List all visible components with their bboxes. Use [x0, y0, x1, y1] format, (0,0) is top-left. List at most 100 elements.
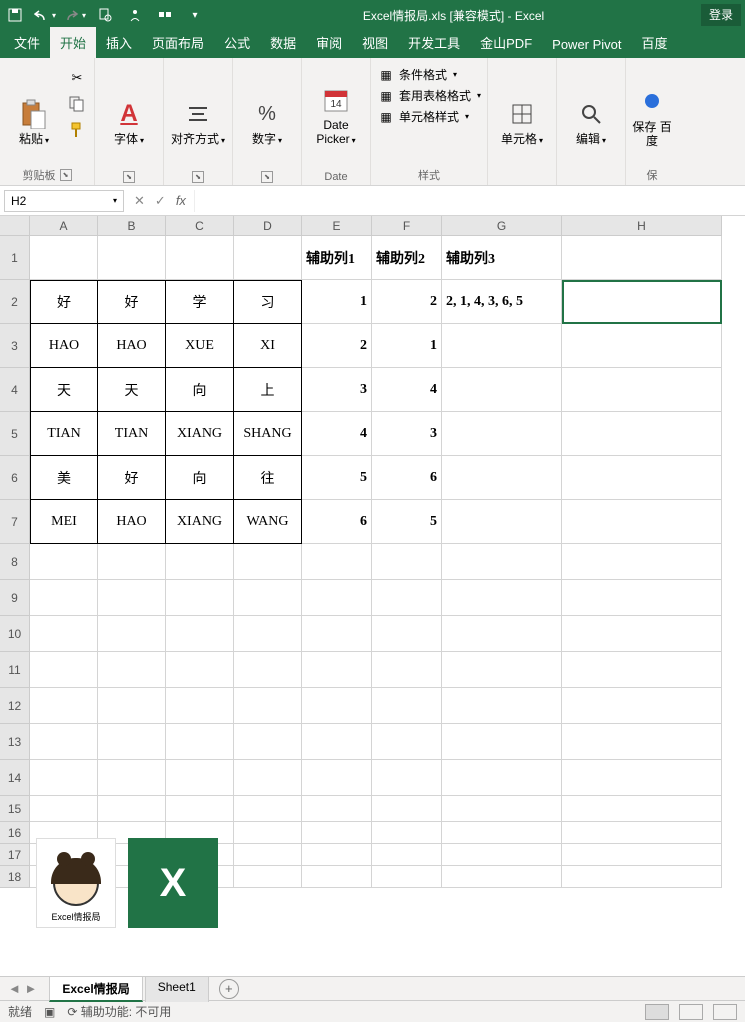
cell-E12[interactable]	[302, 688, 372, 724]
cell-styles-button[interactable]: ▦单元格样式▾	[377, 108, 481, 125]
col-head-F[interactable]: F	[372, 216, 442, 236]
cell-F18[interactable]	[372, 866, 442, 888]
tab-金山PDF[interactable]: 金山PDF	[470, 27, 542, 58]
fx-icon[interactable]: fx	[176, 193, 194, 208]
cell-H8[interactable]	[562, 544, 722, 580]
cell-D15[interactable]	[234, 796, 302, 822]
row-head-10[interactable]: 10	[0, 616, 30, 652]
excel-logo-icon[interactable]: X	[128, 838, 218, 928]
cell-C13[interactable]	[166, 724, 234, 760]
cell-E13[interactable]	[302, 724, 372, 760]
redo-icon[interactable]: ▾	[64, 4, 86, 26]
cell-C5[interactable]: XIANG	[166, 412, 234, 456]
cell-H3[interactable]	[562, 324, 722, 368]
customize-qat-icon[interactable]: ▾	[184, 4, 206, 26]
cell-D2[interactable]: 习	[234, 280, 302, 324]
cell-F2[interactable]: 2	[372, 280, 442, 324]
cell-G18[interactable]	[442, 866, 562, 888]
sheet-nav-arrows[interactable]: ◄ ►	[8, 981, 47, 996]
row-head-15[interactable]: 15	[0, 796, 30, 822]
cell-A3[interactable]: HAO	[30, 324, 98, 368]
cell-G12[interactable]	[442, 688, 562, 724]
cell-F14[interactable]	[372, 760, 442, 796]
cell-F1[interactable]: 辅助列2	[372, 236, 442, 280]
save-icon[interactable]	[4, 4, 26, 26]
col-head-D[interactable]: D	[234, 216, 302, 236]
col-head-H[interactable]: H	[562, 216, 722, 236]
cell-H1[interactable]	[562, 236, 722, 280]
cell-F16[interactable]	[372, 822, 442, 844]
cell-A11[interactable]	[30, 652, 98, 688]
cell-H6[interactable]	[562, 456, 722, 500]
cell-H5[interactable]	[562, 412, 722, 456]
cell-G3[interactable]	[442, 324, 562, 368]
row-head-4[interactable]: 4	[0, 368, 30, 412]
cell-E8[interactable]	[302, 544, 372, 580]
cell-E15[interactable]	[302, 796, 372, 822]
cell-H7[interactable]	[562, 500, 722, 544]
baidu-save-button[interactable]: 保存 百度	[632, 62, 672, 150]
tab-文件[interactable]: 文件	[4, 27, 50, 58]
font-button[interactable]: A字体▾	[101, 62, 157, 150]
cell-A6[interactable]: 美	[30, 456, 98, 500]
cell-H10[interactable]	[562, 616, 722, 652]
cell-D9[interactable]	[234, 580, 302, 616]
cell-C1[interactable]	[166, 236, 234, 280]
cell-F11[interactable]	[372, 652, 442, 688]
cell-D3[interactable]: XI	[234, 324, 302, 368]
cut-icon[interactable]: ✂	[66, 68, 88, 88]
cell-B1[interactable]	[98, 236, 166, 280]
cell-B6[interactable]: 好	[98, 456, 166, 500]
edit-button[interactable]: 编辑▾	[563, 62, 619, 150]
name-box-dropdown-icon[interactable]: ▾	[113, 196, 117, 205]
cell-H11[interactable]	[562, 652, 722, 688]
cell-G14[interactable]	[442, 760, 562, 796]
row-head-3[interactable]: 3	[0, 324, 30, 368]
cell-F13[interactable]	[372, 724, 442, 760]
row-head-5[interactable]: 5	[0, 412, 30, 456]
format-painter-icon[interactable]	[66, 120, 88, 140]
cell-B2[interactable]: 好	[98, 280, 166, 324]
cell-G10[interactable]	[442, 616, 562, 652]
name-box[interactable]: H2▾	[4, 190, 124, 212]
cell-E10[interactable]	[302, 616, 372, 652]
cell-C8[interactable]	[166, 544, 234, 580]
cell-G4[interactable]	[442, 368, 562, 412]
cell-D12[interactable]	[234, 688, 302, 724]
cell-H9[interactable]	[562, 580, 722, 616]
cell-G2[interactable]: 2, 1, 4, 3, 6, 5	[442, 280, 562, 324]
cell-F4[interactable]: 4	[372, 368, 442, 412]
cell-D10[interactable]	[234, 616, 302, 652]
cells-button[interactable]: 单元格▾	[494, 62, 550, 150]
row-head-7[interactable]: 7	[0, 500, 30, 544]
cell-B3[interactable]: HAO	[98, 324, 166, 368]
print-preview-icon[interactable]	[94, 4, 116, 26]
cell-B12[interactable]	[98, 688, 166, 724]
cell-A9[interactable]	[30, 580, 98, 616]
col-head-B[interactable]: B	[98, 216, 166, 236]
row-head-1[interactable]: 1	[0, 236, 30, 280]
number-button[interactable]: %数字▾	[239, 62, 295, 150]
cell-F12[interactable]	[372, 688, 442, 724]
cell-H17[interactable]	[562, 844, 722, 866]
cell-D16[interactable]	[234, 822, 302, 844]
cell-C15[interactable]	[166, 796, 234, 822]
tab-Power Pivot[interactable]: Power Pivot	[542, 31, 631, 58]
cell-B10[interactable]	[98, 616, 166, 652]
cell-H14[interactable]	[562, 760, 722, 796]
cell-E1[interactable]: 辅助列1	[302, 236, 372, 280]
cell-D5[interactable]: SHANG	[234, 412, 302, 456]
undo-icon[interactable]: ▾	[34, 4, 56, 26]
cell-D13[interactable]	[234, 724, 302, 760]
cell-E18[interactable]	[302, 866, 372, 888]
page-layout-view-button[interactable]	[679, 1004, 703, 1020]
font-dialog-launcher[interactable]: ⬊	[123, 171, 135, 183]
cell-G11[interactable]	[442, 652, 562, 688]
cell-C10[interactable]	[166, 616, 234, 652]
align-dialog-launcher[interactable]: ⬊	[192, 171, 204, 183]
cell-F9[interactable]	[372, 580, 442, 616]
cell-A14[interactable]	[30, 760, 98, 796]
number-dialog-launcher[interactable]: ⬊	[261, 171, 273, 183]
cell-F15[interactable]	[372, 796, 442, 822]
cell-C9[interactable]	[166, 580, 234, 616]
